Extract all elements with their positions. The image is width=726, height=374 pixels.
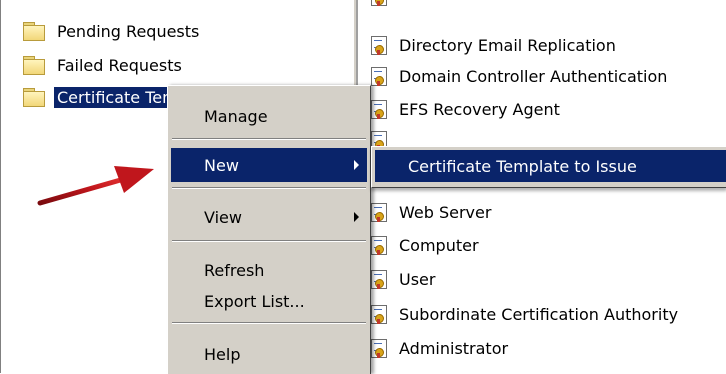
list-item[interactable]: Subordinate Certification Authority bbox=[370, 300, 678, 328]
menu-item-certificate-template-to-issue[interactable]: Certificate Template to Issue bbox=[375, 150, 726, 182]
list-item-label: EFS Recovery Agent bbox=[399, 99, 560, 119]
certificate-template-icon bbox=[370, 304, 388, 324]
list-item[interactable]: Web Server bbox=[370, 198, 491, 226]
menu-item-refresh[interactable]: Refresh bbox=[171, 253, 367, 287]
menu-item-view[interactable]: View bbox=[171, 200, 367, 234]
menu-separator bbox=[172, 187, 366, 189]
tree-item-label: Failed Requests bbox=[57, 55, 182, 75]
tree-item-failed-requests[interactable]: Failed Requests bbox=[23, 52, 185, 78]
folder-icon bbox=[23, 88, 45, 107]
menu-item-label: View bbox=[204, 207, 242, 227]
menu-item-manage[interactable]: Manage bbox=[171, 99, 367, 133]
menu-item-label: Export List... bbox=[204, 291, 305, 311]
certificate-template-icon bbox=[370, 202, 388, 222]
list-item-label: Directory Email Replication bbox=[399, 35, 616, 55]
list-item-label: Domain Controller Authentication bbox=[399, 66, 668, 86]
menu-separator bbox=[172, 138, 366, 140]
list-item-label: User bbox=[399, 269, 436, 289]
list-item[interactable]: Directory Email Replication bbox=[370, 31, 616, 59]
menu-item-label: New bbox=[204, 155, 239, 175]
new-submenu: Certificate Template to Issue bbox=[371, 146, 726, 188]
list-item-label: Web Server bbox=[399, 202, 492, 222]
context-menu: Manage New View Refresh Export List... H… bbox=[167, 85, 371, 374]
menu-item-export-list[interactable]: Export List... bbox=[171, 284, 367, 318]
menu-separator bbox=[172, 240, 366, 242]
certificate-template-icon bbox=[370, 338, 388, 358]
annotation-arrow-icon bbox=[37, 166, 154, 206]
certificate-template-icon bbox=[370, 35, 388, 55]
list-item[interactable]: Computer bbox=[370, 231, 479, 259]
certificate-template-icon bbox=[370, 235, 388, 255]
submenu-arrow-icon bbox=[354, 212, 359, 222]
list-item-label: Subordinate Certification Authority bbox=[399, 304, 679, 324]
certificate-template-icon bbox=[370, 99, 388, 119]
menu-separator bbox=[172, 322, 366, 324]
tree-item-pending-requests[interactable]: Pending Requests bbox=[23, 18, 202, 44]
certificate-template-icon bbox=[370, 0, 388, 6]
menu-item-help[interactable]: Help bbox=[171, 337, 367, 371]
folder-icon bbox=[23, 22, 45, 41]
submenu-arrow-icon bbox=[354, 160, 359, 170]
menu-item-label: Manage bbox=[204, 106, 268, 126]
list-item[interactable]: User bbox=[370, 265, 435, 293]
menu-item-label: Help bbox=[204, 344, 241, 364]
folder-icon bbox=[23, 56, 45, 75]
tree-item-label: Pending Requests bbox=[57, 21, 200, 41]
list-item[interactable]: Administrator bbox=[370, 334, 508, 362]
certificate-template-icon bbox=[370, 66, 388, 86]
certificate-template-icon bbox=[370, 269, 388, 289]
list-item-label: Administrator bbox=[399, 338, 509, 358]
menu-item-label: Refresh bbox=[204, 260, 265, 280]
list-item[interactable]: EFS Recovery Agent bbox=[370, 95, 560, 123]
menu-item-new[interactable]: New bbox=[171, 148, 367, 182]
menu-item-label: Certificate Template to Issue bbox=[408, 156, 637, 176]
list-item[interactable]: Domain Controller Authentication bbox=[370, 62, 667, 90]
list-item-label: Computer bbox=[399, 235, 479, 255]
